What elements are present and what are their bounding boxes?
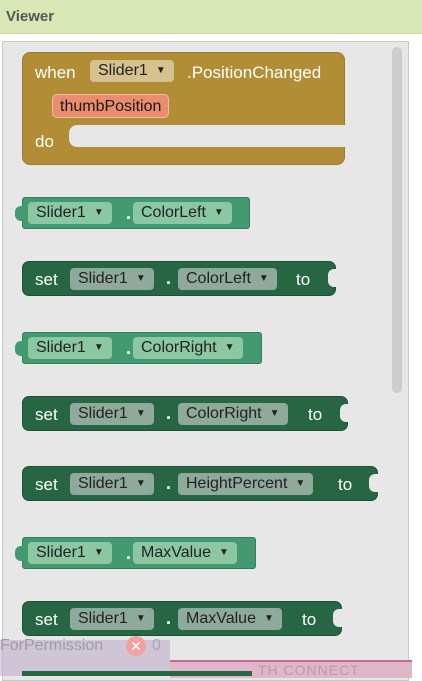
chevron-down-icon: ▼ bbox=[295, 478, 306, 489]
property-dropdown[interactable]: MaxValue ▼ bbox=[133, 542, 237, 564]
chevron-down-icon: ▼ bbox=[224, 342, 235, 353]
chevron-down-icon: ▼ bbox=[93, 342, 104, 353]
chevron-down-icon: ▼ bbox=[263, 613, 274, 624]
chevron-down-icon: ▼ bbox=[135, 273, 146, 284]
viewer-header: Viewer bbox=[0, 0, 422, 34]
component-dropdown[interactable]: Slider1 ▼ bbox=[28, 337, 112, 359]
chevron-down-icon: ▼ bbox=[258, 273, 269, 284]
value-input-socket[interactable] bbox=[369, 474, 379, 492]
get-colorleft-block[interactable]: Slider1 ▼ . ColorLeft ▼ bbox=[15, 197, 250, 229]
property-dropdown[interactable]: ColorRight ▼ bbox=[178, 403, 288, 425]
set-label: set bbox=[35, 270, 58, 289]
dot-separator: . bbox=[126, 338, 132, 358]
value-input-socket[interactable] bbox=[333, 609, 343, 627]
value-input-socket[interactable] bbox=[328, 269, 338, 287]
drawer-scrollbar[interactable] bbox=[392, 47, 402, 393]
get-colorright-block[interactable]: Slider1 ▼ . ColorRight ▼ bbox=[15, 332, 262, 364]
to-label: to bbox=[338, 475, 353, 494]
dot-separator: . bbox=[166, 473, 172, 493]
property-dropdown[interactable]: ColorLeft ▼ bbox=[178, 268, 277, 290]
component-dropdown[interactable]: Slider1 ▼ bbox=[70, 473, 154, 495]
event-component-dropdown[interactable]: Slider1 ▼ bbox=[90, 60, 174, 82]
do-statement-slot[interactable] bbox=[69, 125, 345, 147]
close-icon[interactable]: ✕ bbox=[126, 636, 146, 656]
dot-separator: . bbox=[126, 543, 132, 563]
chevron-down-icon: ▼ bbox=[213, 207, 224, 218]
chevron-down-icon: ▼ bbox=[135, 613, 146, 624]
when-label: when bbox=[35, 63, 76, 82]
dot-separator: . bbox=[126, 203, 132, 223]
dot-separator: . bbox=[166, 268, 172, 288]
do-label: do bbox=[35, 132, 54, 151]
property-dropdown[interactable]: ColorRight ▼ bbox=[133, 337, 243, 359]
set-colorright-block[interactable]: set Slider1 ▼ . ColorRight ▼ to bbox=[22, 396, 350, 431]
set-heightpercent-block[interactable]: set Slider1 ▼ . HeightPercent ▼ to bbox=[22, 466, 379, 501]
chevron-down-icon: ▼ bbox=[135, 408, 146, 419]
component-dropdown[interactable]: Slider1 ▼ bbox=[28, 202, 112, 224]
dot-separator: . bbox=[166, 608, 172, 628]
chevron-down-icon: ▼ bbox=[218, 547, 229, 558]
chevron-down-icon: ▼ bbox=[155, 65, 166, 76]
warning-count: 0 bbox=[152, 637, 161, 654]
set-label: set bbox=[35, 405, 58, 424]
bottom-label: ForPermission bbox=[0, 637, 104, 654]
set-label: set bbox=[35, 610, 58, 629]
to-label: to bbox=[302, 610, 317, 629]
property-dropdown[interactable]: ColorLeft ▼ bbox=[133, 202, 232, 224]
set-colorleft-block[interactable]: set Slider1 ▼ . ColorLeft ▼ to bbox=[22, 261, 338, 296]
chevron-down-icon: ▼ bbox=[93, 207, 104, 218]
thumb-position-param[interactable]: thumbPosition bbox=[52, 94, 170, 118]
set-label: set bbox=[35, 475, 58, 494]
output-connector bbox=[15, 341, 25, 356]
output-connector bbox=[15, 206, 25, 221]
next-block-edge bbox=[22, 671, 252, 676]
event-name: .PositionChanged bbox=[187, 63, 322, 82]
component-dropdown[interactable]: Slider1 ▼ bbox=[70, 403, 154, 425]
value-input-socket[interactable] bbox=[340, 404, 350, 422]
get-maxvalue-block[interactable]: Slider1 ▼ . MaxValue ▼ bbox=[15, 537, 256, 569]
chevron-down-icon: ▼ bbox=[93, 547, 104, 558]
component-dropdown[interactable]: Slider1 ▼ bbox=[28, 542, 112, 564]
viewer-title: Viewer bbox=[6, 8, 55, 25]
position-changed-event-block[interactable]: when Slider1 ▼ .PositionChanged thumbPosi… bbox=[22, 52, 345, 165]
to-label: to bbox=[296, 270, 311, 289]
chevron-down-icon: ▼ bbox=[269, 408, 280, 419]
to-label: to bbox=[308, 405, 323, 424]
property-dropdown[interactable]: MaxValue ▼ bbox=[178, 608, 282, 630]
property-dropdown[interactable]: HeightPercent ▼ bbox=[178, 473, 314, 495]
component-dropdown[interactable]: Slider1 ▼ bbox=[70, 608, 154, 630]
workspace-status-strip: ForPermission ✕ 0 TH CONNECT bbox=[0, 636, 422, 678]
output-connector bbox=[15, 546, 25, 561]
dot-separator: . bbox=[166, 403, 172, 423]
component-dropdown[interactable]: Slider1 ▼ bbox=[70, 268, 154, 290]
chevron-down-icon: ▼ bbox=[135, 478, 146, 489]
set-maxvalue-block[interactable]: set Slider1 ▼ . MaxValue ▼ to bbox=[22, 601, 343, 636]
